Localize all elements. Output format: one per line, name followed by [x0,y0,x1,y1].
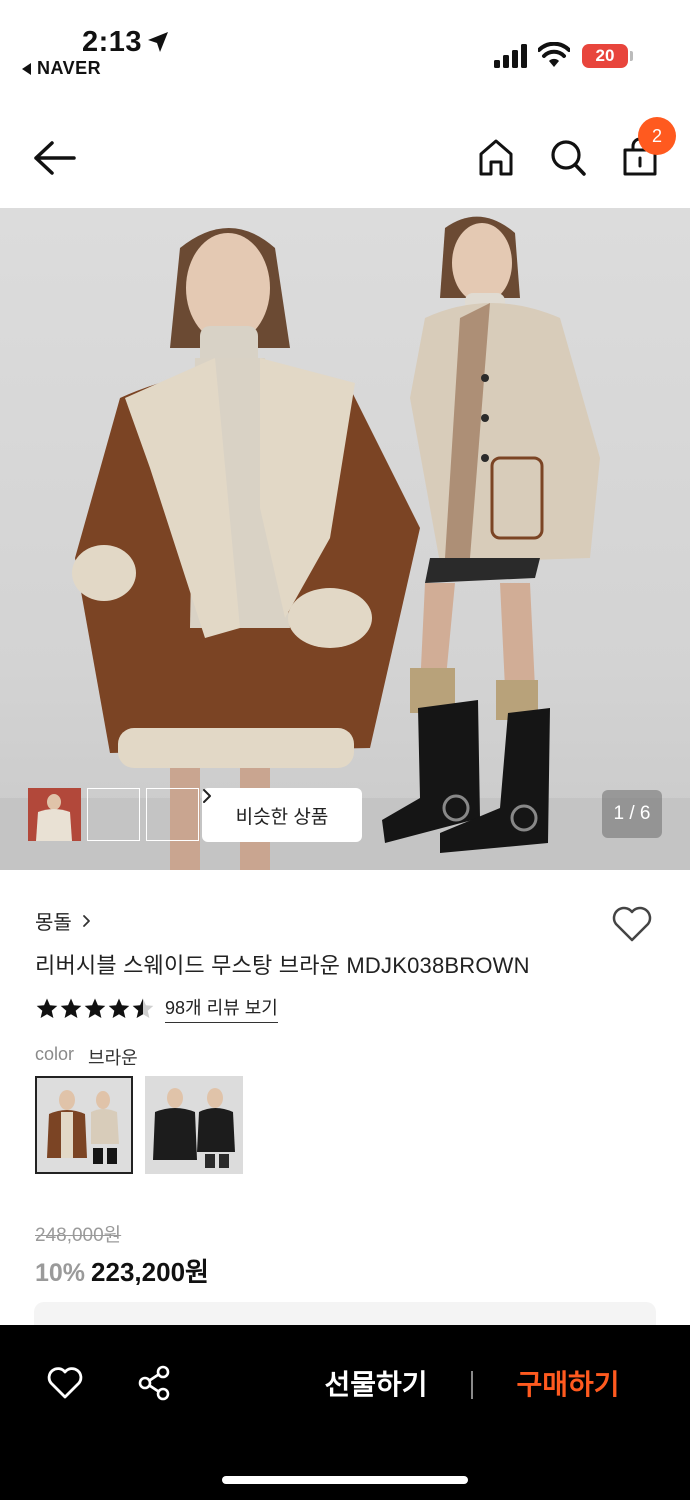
battery-indicator: 20 [582,44,628,68]
home-indicator[interactable] [222,1476,468,1484]
cellular-signal-icon [494,44,527,68]
buy-button[interactable]: 구매하기 [492,1363,644,1407]
back-arrow-icon[interactable] [32,138,78,178]
similar-products-button[interactable]: 비슷한 상품 [202,788,362,842]
color-swatches [35,1076,243,1174]
nav-bar [0,110,690,206]
status-time: 2:13 [82,26,143,58]
review-link[interactable]: 98개 리뷰 보기 [165,994,278,1023]
chevron-right-icon [203,789,211,803]
product-name: 리버시블 스웨이드 무스탕 브라운 MDJK038BROWN [35,953,530,978]
color-option-row: color 브라운 [35,1044,138,1070]
original-price: 248,000원 [35,1225,122,1246]
action-divider [471,1371,473,1399]
rating-row: 98개 리뷰 보기 [35,994,278,1023]
back-to-app[interactable]: NAVER [22,58,101,79]
gallery-thumbnail[interactable] [28,788,199,841]
star-rating [36,998,154,1018]
swatch-image [145,1076,243,1174]
gift-button[interactable]: 선물하기 [300,1363,452,1407]
selected-color: 브라운 [88,1048,138,1068]
cart-count-badge: 2 [638,117,676,155]
bottom-action-bar: 선물하기 구매하기 [0,1325,690,1500]
gallery-thumbnails [28,788,199,841]
color-swatch-brown[interactable] [35,1076,133,1174]
brand-name: 몽돌 [35,912,72,934]
wifi-icon [538,42,570,67]
back-app-label: NAVER [37,58,102,78]
product-photo [0,216,690,870]
color-label: color [35,1044,75,1064]
brand-link[interactable]: 몽돌 [35,906,91,935]
heart-icon[interactable] [46,1365,84,1401]
back-triangle-icon [22,62,31,75]
product-image-carousel[interactable]: 비슷한 상품 1 / 6 [0,208,690,870]
chevron-right-icon [82,914,90,927]
price-row: 10% 223,200원 [35,1252,209,1289]
similar-products-label: 비슷한 상품 [235,806,329,828]
share-icon[interactable] [136,1365,172,1401]
swatch-image [37,1078,131,1172]
wishlist-heart-icon[interactable] [610,904,654,944]
search-icon[interactable] [548,136,588,178]
color-swatch-black[interactable] [145,1076,243,1174]
home-icon[interactable] [476,136,516,178]
battery-tip [630,51,633,61]
sale-price: 223,200원 [91,1257,209,1287]
gallery-thumbnail[interactable] [28,788,140,841]
location-arrow-icon [148,32,168,52]
discount-rate: 10% [35,1259,86,1287]
gallery-page-indicator: 1 / 6 [602,790,662,838]
status-bar: 2:13 NAVER 20 [0,0,690,90]
